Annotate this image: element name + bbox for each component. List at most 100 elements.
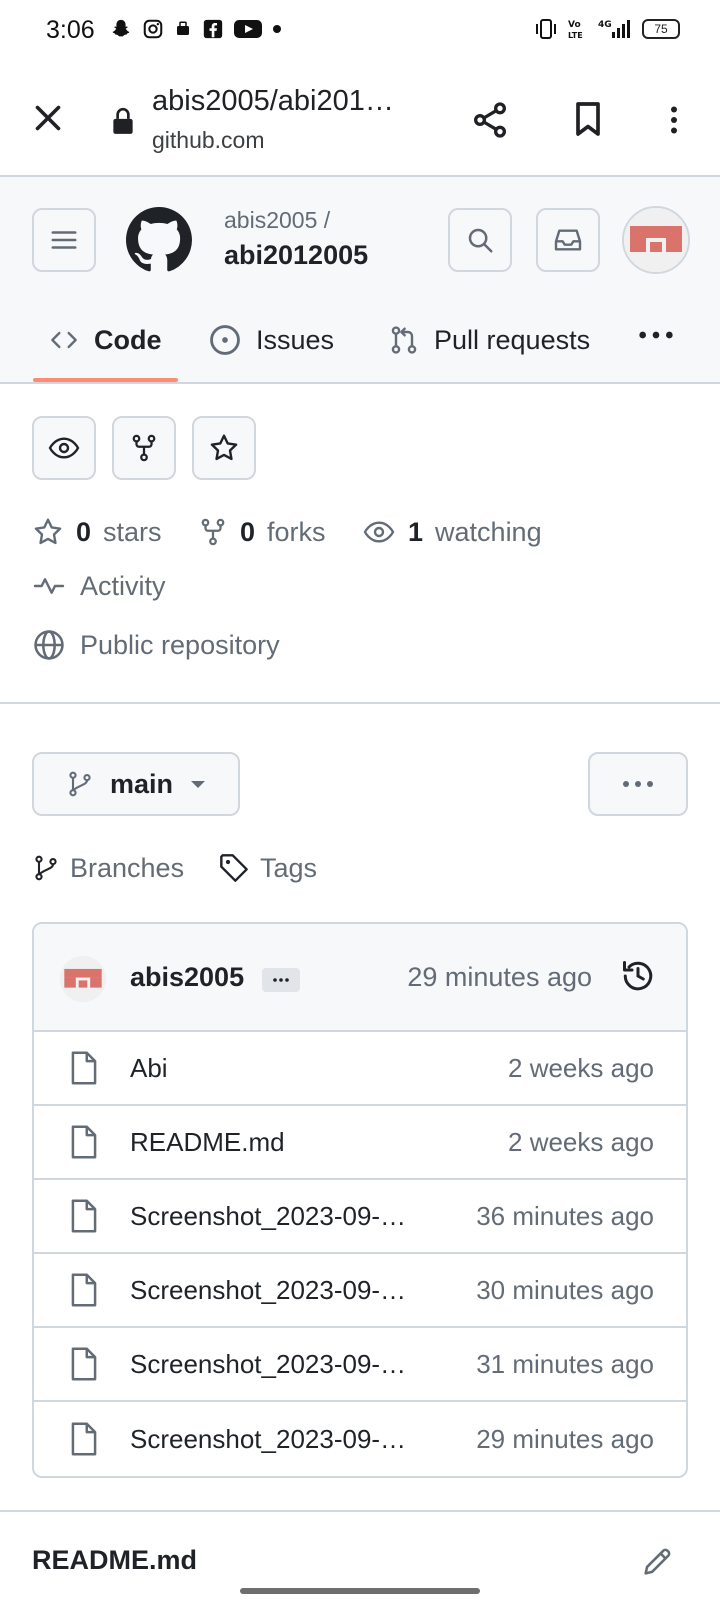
file-row[interactable]: Screenshot_2023-09-… 36 minutes ago	[34, 1180, 686, 1254]
kebab-horizontal-icon	[623, 781, 653, 787]
file-time: 36 minutes ago	[476, 1200, 654, 1231]
facebook-icon	[203, 19, 223, 39]
branches-link[interactable]: Branches	[32, 848, 184, 888]
file-time: 2 weeks ago	[508, 1126, 654, 1157]
watching-count: 1	[408, 516, 424, 547]
star-icon	[210, 434, 238, 461]
visibility-label: Public repository	[80, 629, 280, 660]
vibrate-icon	[536, 19, 556, 39]
file-row[interactable]: Screenshot_2023-09-… 31 minutes ago	[34, 1328, 686, 1402]
commit-message-toggle[interactable]	[262, 968, 300, 992]
volte-icon: VoLTE	[568, 20, 583, 40]
history-icon[interactable]	[620, 958, 656, 994]
file-name[interactable]: Screenshot_2023-09-…	[130, 1424, 406, 1455]
forks-stat[interactable]: 0 forks	[198, 512, 326, 552]
forks-label: forks	[267, 516, 326, 547]
svg-text:4G: 4G	[598, 20, 612, 30]
section-divider	[0, 702, 720, 704]
latest-commit-row: abis2005 29 minutes ago	[34, 924, 686, 1032]
commit-author-avatar[interactable]	[60, 956, 106, 1002]
app-notification-icon	[177, 21, 189, 35]
tag-icon	[220, 854, 248, 882]
file-time: 31 minutes ago	[476, 1348, 654, 1379]
inbox-button[interactable]	[536, 208, 600, 272]
file-row[interactable]: README.md 2 weeks ago	[34, 1106, 686, 1180]
file-icon	[71, 1125, 97, 1159]
file-row[interactable]: Screenshot_2023-09-… 29 minutes ago	[34, 1402, 686, 1476]
file-name[interactable]: Screenshot_2023-09-…	[130, 1349, 406, 1380]
star-button[interactable]	[192, 416, 256, 480]
pencil-icon[interactable]	[640, 1545, 674, 1579]
browser-toolbar	[0, 62, 720, 177]
notification-icons	[110, 18, 282, 40]
identicon-avatar	[60, 956, 106, 1002]
file-name[interactable]: Screenshot_2023-09-…	[130, 1201, 406, 1232]
inbox-icon	[554, 229, 582, 251]
repo-owner[interactable]: abis2005 /	[224, 207, 330, 234]
signal-icon: 4G	[598, 20, 630, 38]
watch-button[interactable]	[32, 416, 96, 480]
file-icon	[71, 1347, 97, 1381]
more-options-button[interactable]	[588, 752, 688, 816]
eye-icon	[363, 521, 395, 543]
file-time: 2 weeks ago	[508, 1052, 654, 1083]
status-time: 3:06	[46, 16, 95, 44]
tags-link[interactable]: Tags	[218, 848, 317, 888]
file-name[interactable]: README.md	[130, 1127, 285, 1158]
stars-label: stars	[103, 516, 162, 547]
user-avatar[interactable]	[622, 206, 690, 274]
stars-stat[interactable]: 0 stars	[32, 512, 162, 552]
pull-request-icon	[391, 326, 417, 354]
status-bar: 3:06 Vo LTE 4G 75	[0, 0, 720, 62]
url-domain[interactable]: github.com	[152, 127, 265, 154]
file-icon	[71, 1422, 97, 1456]
globe-icon	[34, 630, 64, 660]
fork-button[interactable]	[112, 416, 176, 480]
repo-name[interactable]: abi2012005	[224, 240, 368, 271]
tab-code[interactable]: Code	[48, 310, 162, 370]
share-icon[interactable]	[470, 100, 510, 140]
home-indicator[interactable]	[240, 1588, 480, 1594]
branch-selector[interactable]: main	[32, 752, 240, 816]
overflow-menu-icon[interactable]	[656, 100, 692, 140]
issue-icon	[210, 325, 240, 355]
search-button[interactable]	[448, 208, 512, 272]
branch-icon	[69, 771, 91, 797]
commit-author[interactable]: abis2005	[130, 962, 244, 993]
lock-icon[interactable]	[110, 106, 136, 136]
tab-issues-label: Issues	[256, 324, 335, 355]
youtube-icon	[234, 20, 262, 38]
file-name[interactable]: Abi	[130, 1053, 168, 1084]
file-icon	[71, 1273, 97, 1307]
file-time: 29 minutes ago	[476, 1423, 654, 1454]
hamburger-menu-button[interactable]	[32, 208, 96, 272]
file-name[interactable]: Screenshot_2023-09-…	[130, 1275, 406, 1306]
readme-title[interactable]: README.md	[32, 1545, 197, 1576]
close-icon[interactable]	[30, 100, 66, 136]
battery-indicator: 75	[642, 19, 680, 39]
instagram-icon	[143, 19, 163, 39]
branches-label: Branches	[70, 852, 185, 883]
star-icon	[34, 518, 62, 545]
tab-pull-requests-label: Pull requests	[434, 324, 591, 355]
search-icon	[468, 228, 493, 253]
commit-time: 29 minutes ago	[407, 962, 592, 992]
file-row[interactable]: Abi 2 weeks ago	[34, 1032, 686, 1106]
fork-icon	[132, 434, 156, 462]
watching-stat[interactable]: 1 watching	[362, 512, 542, 552]
activity-link[interactable]: Activity	[32, 570, 166, 602]
tab-issues[interactable]: Issues	[208, 310, 334, 370]
code-icon	[51, 331, 77, 349]
more-tabs-icon[interactable]	[636, 322, 676, 348]
branch-name: main	[110, 768, 174, 799]
eye-icon	[48, 437, 80, 459]
visibility-info: Public repository	[32, 628, 280, 662]
svg-text:LTE: LTE	[568, 31, 583, 40]
tab-pull-requests[interactable]: Pull requests	[388, 310, 590, 370]
file-row[interactable]: Screenshot_2023-09-… 30 minutes ago	[34, 1254, 686, 1328]
github-logo-icon[interactable]	[126, 207, 192, 273]
url-title[interactable]: abis2005/abi201…	[152, 85, 394, 118]
bookmark-icon[interactable]	[568, 98, 608, 140]
stars-count: 0	[76, 516, 92, 547]
fork-icon	[201, 518, 225, 546]
